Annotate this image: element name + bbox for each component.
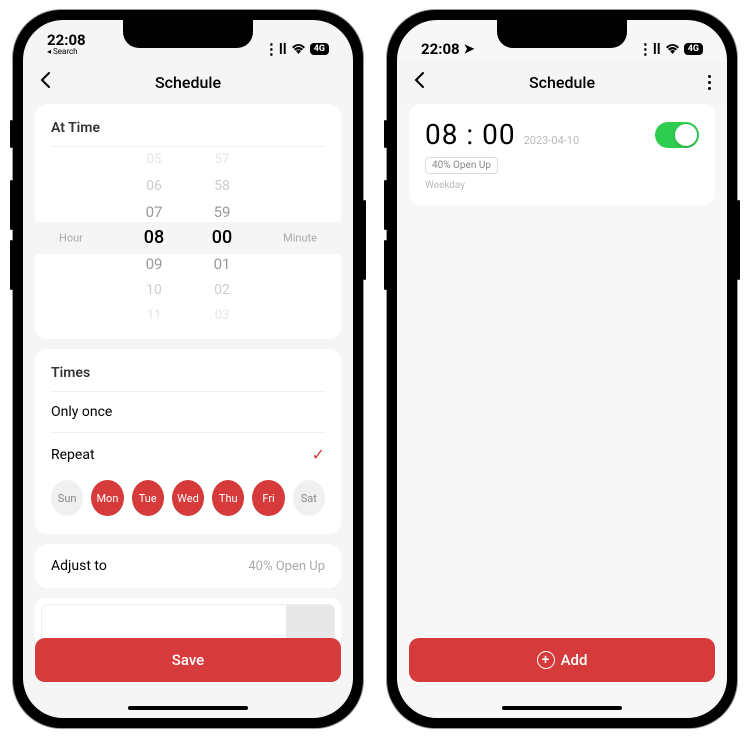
day-mon[interactable]: Mon	[91, 480, 123, 516]
back-button[interactable]	[413, 70, 425, 95]
at-time-title: At Time	[51, 120, 325, 147]
day-fri[interactable]: Fri	[252, 480, 284, 516]
nav-bar: Schedule	[397, 60, 727, 104]
wifi-icon	[665, 40, 680, 58]
network-badge: 4G	[310, 43, 329, 55]
only-once-label: Only once	[51, 404, 112, 420]
network-badge: 4G	[684, 43, 703, 55]
adjust-value: 40% Open Up	[248, 559, 325, 574]
phone-left: 22:08 ◂ Search ⋮ll 4G Schedule At Time	[13, 10, 363, 728]
wifi-icon	[291, 40, 306, 58]
day-thu[interactable]: Thu	[212, 480, 244, 516]
page-title: Schedule	[155, 73, 221, 92]
schedule-item[interactable]: 08 : 00 2023-04-10 40% Open Up Weekday	[409, 104, 715, 205]
more-button[interactable]	[708, 75, 711, 90]
cellular-signal-icon: ⋮ll	[638, 40, 661, 58]
schedule-date: 2023-04-10	[524, 134, 580, 147]
day-wed[interactable]: Wed	[172, 480, 204, 516]
day-tue[interactable]: Tue	[132, 480, 164, 516]
adjust-title: Adjust to	[51, 558, 107, 574]
repeat-row[interactable]: Repeat ✓	[51, 432, 325, 476]
location-icon: ➤	[464, 42, 475, 57]
only-once-row[interactable]: Only once	[51, 392, 325, 432]
check-icon: ✓	[312, 445, 325, 464]
schedule-time: 08 : 00	[425, 118, 516, 151]
add-button[interactable]: + Add	[409, 638, 715, 682]
home-indicator[interactable]	[128, 706, 248, 710]
minute-label: Minute	[283, 232, 317, 245]
phone-right: 22:08 ➤ ⋮ll 4G Schedule	[387, 10, 737, 728]
save-button[interactable]: Save	[35, 638, 341, 682]
status-back-to-search[interactable]: ◂ Search	[47, 47, 78, 56]
at-time-card: At Time Hour 05 06 07 08 09 10 11	[35, 104, 341, 339]
hour-column[interactable]: 05 06 07 08 09 10 11	[129, 147, 179, 329]
day-sat[interactable]: Sat	[293, 480, 325, 516]
home-indicator[interactable]	[502, 706, 622, 710]
schedule-badge: 40% Open Up	[425, 157, 498, 174]
times-card: Times Only once Repeat ✓ Sun Mon Tue Wed…	[35, 349, 341, 534]
times-title: Times	[51, 365, 325, 392]
back-button[interactable]	[39, 70, 51, 95]
cellular-signal-icon: ⋮ll	[264, 40, 287, 58]
days-selector: Sun Mon Tue Wed Thu Fri Sat	[51, 476, 325, 524]
repeat-label: Repeat	[51, 447, 95, 463]
hour-label: Hour	[59, 232, 83, 245]
schedule-sub: Weekday	[425, 180, 655, 191]
nav-bar: Schedule	[23, 60, 353, 104]
plus-icon: +	[537, 651, 555, 669]
day-sun[interactable]: Sun	[51, 480, 83, 516]
schedule-toggle[interactable]	[655, 122, 699, 148]
time-picker[interactable]: Hour 05 06 07 08 09 10 11 57 58 59	[51, 153, 325, 323]
adjust-card[interactable]: Adjust to 40% Open Up	[35, 544, 341, 588]
minute-column[interactable]: 57 58 59 00 01 02 03	[197, 147, 247, 329]
status-time: 22:08	[421, 40, 460, 58]
page-title: Schedule	[529, 73, 595, 92]
